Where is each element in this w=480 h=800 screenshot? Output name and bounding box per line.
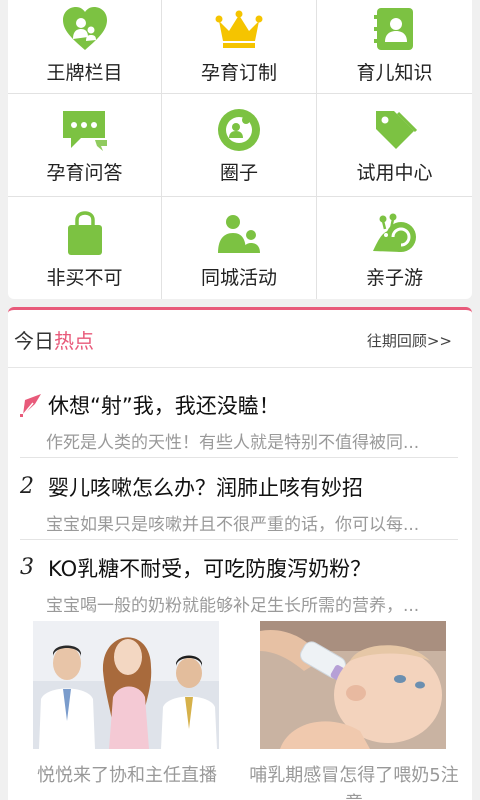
- news-number: 3: [20, 555, 34, 580]
- tag-icon: [371, 106, 419, 154]
- grid-item-label: 王牌栏目: [46, 62, 123, 84]
- grid-item-label: 育儿知识: [356, 62, 433, 84]
- grid-item-feimai[interactable]: 非买不可: [8, 197, 162, 299]
- grid-item-wenda[interactable]: 孕育问答: [8, 94, 162, 197]
- grid-item-qinziyou[interactable]: 亲子游: [317, 197, 472, 299]
- crown-icon: [215, 5, 263, 53]
- news-number: 2: [20, 474, 34, 499]
- grid-item-quanzi[interactable]: 圈子: [162, 94, 317, 197]
- grid-item-wangpai[interactable]: 王牌栏目: [8, 0, 162, 94]
- shopping-bag-icon: [61, 210, 109, 258]
- people-icon: [215, 210, 263, 258]
- news-title: 休想“射”我，我还没瞌！: [48, 394, 280, 418]
- divider: [20, 457, 458, 458]
- grid-item-label: 同城活动: [200, 267, 277, 289]
- category-grid: 王牌栏目 孕育订制 育儿知识 孕育问答 圈子 试用中心 非买不可 同城活动 亲子…: [8, 0, 472, 299]
- heart-family-icon: [61, 5, 109, 53]
- contact-book-icon: [371, 5, 419, 53]
- grid-item-label: 亲子游: [365, 267, 423, 289]
- past-issues-link[interactable]: 往期回顾>>: [367, 330, 452, 351]
- grid-item-dingzhi[interactable]: 孕育订制: [162, 0, 317, 94]
- grid-item-shiyong[interactable]: 试用中心: [317, 94, 472, 197]
- news-summary: 作死是人类的天性！有些人就是特别不值得被同...: [46, 433, 420, 453]
- category-grid-card: 王牌栏目 孕育订制 育儿知识 孕育问答 圈子 试用中心 非买不可 同城活动 亲子…: [8, 0, 472, 299]
- news-summary: 宝宝喝一般的奶粉就能够补足生长所需的营养，...: [46, 596, 420, 616]
- news-title: 婴儿咳嗽怎么办？润肺止咳有妙招: [48, 476, 363, 500]
- grid-item-label: 孕育问答: [46, 162, 123, 184]
- chat-bubble-icon: [61, 106, 109, 154]
- hot-news-header: 今日热点 往期回顾>>: [8, 310, 472, 368]
- grid-item-label: 非买不可: [46, 267, 123, 289]
- feature-caption[interactable]: 悦悦来了协和主任直播: [22, 762, 232, 790]
- grid-item-zhishi[interactable]: 育儿知识: [317, 0, 472, 94]
- grid-item-label: 圈子: [219, 162, 258, 184]
- divider: [20, 539, 458, 540]
- grid-item-tongcheng[interactable]: 同城活动: [162, 197, 317, 299]
- pen-number-icon: [20, 392, 44, 418]
- grid-item-label: 孕育订制: [200, 62, 277, 84]
- feature-image-baby[interactable]: [260, 621, 446, 749]
- section-title: 今日热点: [14, 325, 94, 354]
- news-title: KO乳糖不耐受，可吃防腹泻奶粉？: [48, 557, 372, 581]
- feature-image-live[interactable]: [33, 621, 219, 749]
- app-screen: 王牌栏目 孕育订制 育儿知识 孕育问答 圈子 试用中心 非买不可 同城活动 亲子…: [0, 0, 480, 800]
- feature-caption[interactable]: 哺乳期感冒怎得了喂奶5注意: [249, 762, 459, 800]
- title-accent: 热点: [54, 329, 94, 353]
- hot-news-card: 今日热点 往期回顾>> 休想“射”我，我还没瞌！ 作死是人类的天性！有些人就是特…: [8, 307, 472, 800]
- snail-icon: [371, 210, 419, 258]
- news-summary: 宝宝如果只是咳嗽并且不很严重的话，你可以每...: [46, 515, 420, 535]
- title-prefix: 今日: [14, 329, 54, 353]
- circle-people-icon: [215, 106, 263, 154]
- grid-item-label: 试用中心: [356, 162, 433, 184]
